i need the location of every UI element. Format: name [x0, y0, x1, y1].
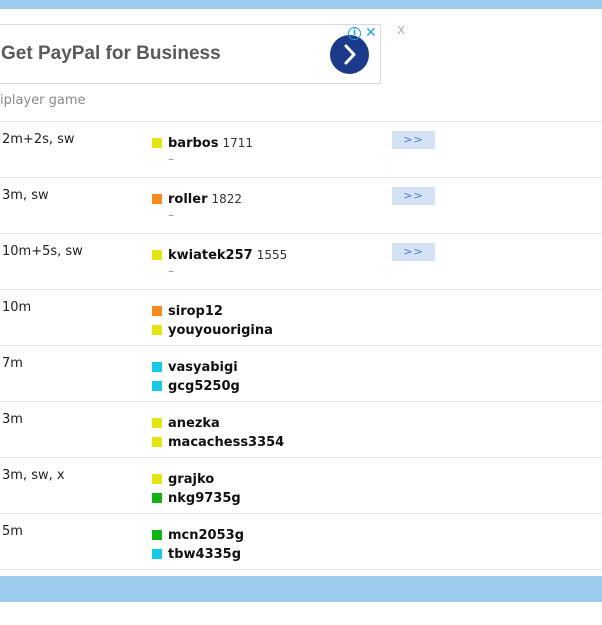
time-control: 2m+2s, sw [2, 132, 75, 147]
empty-seat: – [168, 264, 174, 278]
section-title: iplayer game [0, 93, 86, 108]
time-control: 3m [2, 412, 23, 427]
game-list: 2m+2s, sw barbos 1711 – >> 3m, sw roller 1822 – >… [0, 121, 602, 625]
player-entry: sirop12 [152, 300, 273, 319]
game-row[interactable]: 5m mcn2053g tbw4335g [0, 513, 602, 569]
player-rating: 1555 [256, 248, 288, 262]
rank-color-icon [152, 437, 162, 447]
time-control: 10m [2, 300, 32, 315]
players-cell: kwiatek257 1555– [152, 244, 287, 280]
empty-seat: – [168, 152, 174, 166]
player-entry: anezka [152, 412, 284, 431]
empty-seat: – [168, 208, 174, 222]
player-name[interactable]: gcg5250g [168, 379, 240, 394]
player-name[interactable]: macachess3354 [168, 435, 284, 450]
players-cell: vasyabigi gcg5250g [152, 356, 240, 394]
players-cell: mcn2053g tbw4335g [152, 524, 244, 562]
players-cell: barbos 1711 – [152, 132, 253, 168]
join-game-button[interactable]: >> [392, 131, 435, 149]
player-name[interactable]: youyouorigina [168, 323, 273, 338]
game-row[interactable]: 2m+2s, sw barbos 1711 – >> [0, 121, 602, 177]
join-game-button[interactable]: >> [392, 187, 435, 205]
info-icon[interactable]: i [348, 27, 361, 40]
player-name[interactable]: nkg9735g [168, 491, 241, 506]
rank-color-icon [152, 418, 162, 428]
top-header-bar [0, 0, 602, 9]
time-control: 10m+5s, sw [2, 244, 83, 259]
arrow-right-icon[interactable] [330, 35, 369, 74]
players-cell: anezka macachess3354 [152, 412, 284, 450]
time-control: 5m [2, 524, 23, 539]
player-entry: tbw4335g [152, 543, 244, 562]
bottom-bar [0, 576, 602, 602]
time-control: 3m, sw, x [2, 468, 65, 483]
rank-color-icon [152, 474, 162, 484]
player-entry: mcn2053g [152, 524, 244, 543]
close-icon[interactable]: ✕ [365, 25, 377, 41]
player-name[interactable]: roller [168, 192, 207, 207]
time-control: 3m, sw [2, 188, 49, 203]
game-row[interactable]: 10m+5s, sw kwiatek257 1555– >> [0, 233, 602, 289]
player-entry: gcg5250g [152, 375, 240, 394]
rank-color-icon [152, 530, 162, 540]
join-game-button[interactable]: >> [392, 243, 435, 261]
player-name[interactable]: sirop12 [168, 304, 223, 319]
player-name[interactable]: barbos [168, 136, 218, 151]
ad-text[interactable]: Get PayPal for Business [1, 43, 221, 65]
game-row[interactable]: 3m anezka macachess3354 [0, 401, 602, 457]
player-name[interactable]: anezka [168, 416, 220, 431]
time-control: 7m [2, 356, 23, 371]
rank-color-icon [152, 194, 162, 204]
close-ad-button[interactable]: x [397, 22, 405, 38]
player-entry: vasyabigi [152, 356, 240, 375]
player-entry: barbos 1711 [152, 132, 253, 151]
rank-color-icon [152, 493, 162, 503]
player-entry: nkg9735g [152, 487, 241, 506]
rank-color-icon [152, 549, 162, 559]
game-row[interactable]: 3m, sw roller 1822 – >> [0, 177, 602, 233]
rank-color-icon [152, 306, 162, 316]
player-entry: grajko [152, 468, 241, 487]
rank-color-icon [152, 381, 162, 391]
ad-banner[interactable]: Get PayPal for Business i ✕ [0, 24, 381, 84]
players-cell: sirop12 youyouorigina [152, 300, 273, 338]
rank-color-icon [152, 138, 162, 148]
game-row[interactable]: 3m, sw, x grajko nkg9735g [0, 457, 602, 513]
player-entry: kwiatek257 1555 [152, 244, 287, 263]
player-name[interactable]: vasyabigi [168, 360, 238, 375]
rank-color-icon [152, 362, 162, 372]
player-name[interactable]: kwiatek257 [168, 248, 253, 263]
game-row[interactable]: 10m sirop12 youyouorigina [0, 289, 602, 345]
rank-color-icon [152, 325, 162, 335]
player-name[interactable]: grajko [168, 472, 214, 487]
players-cell: grajko nkg9735g [152, 468, 241, 506]
player-name[interactable]: tbw4335g [168, 547, 241, 562]
game-row[interactable]: 7m vasyabigi gcg5250g [0, 345, 602, 401]
player-name[interactable]: mcn2053g [168, 528, 244, 543]
rank-color-icon [152, 250, 162, 260]
players-cell: roller 1822 – [152, 188, 242, 224]
player-entry: macachess3354 [152, 431, 284, 450]
player-entry: roller 1822 [152, 188, 242, 207]
player-entry: youyouorigina [152, 319, 273, 338]
player-rating: 1822 [211, 192, 243, 206]
player-rating: 1711 [222, 136, 254, 150]
